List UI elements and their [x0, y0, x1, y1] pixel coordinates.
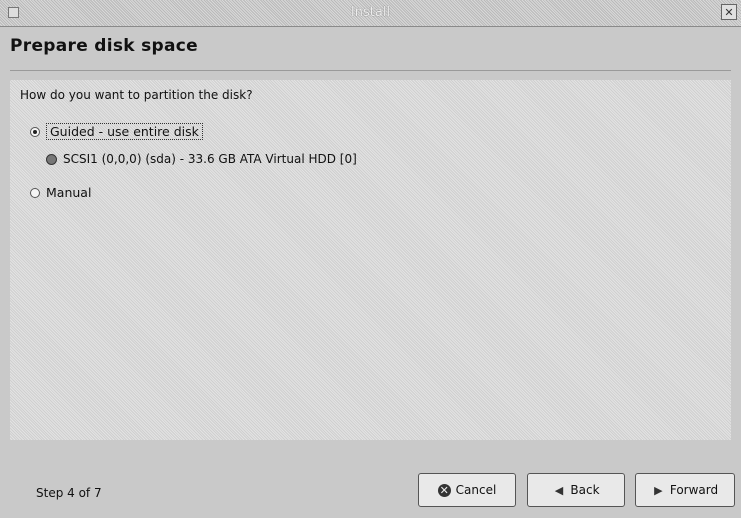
disk-option-label[interactable]: SCSI1 (0,0,0) (sda) - 33.6 GB ATA Virtua…: [63, 152, 357, 166]
cancel-button-label: Cancel: [455, 483, 497, 497]
back-button-label: Back: [570, 483, 600, 497]
page-header: Prepare disk space: [10, 36, 731, 72]
page-title: Prepare disk space: [10, 36, 198, 56]
window-title: Install: [350, 5, 391, 20]
guided-radio-icon[interactable]: [30, 126, 40, 137]
title-bar: Install ✕: [0, 0, 741, 27]
cancel-icon: ✕: [437, 483, 451, 497]
manual-option-label[interactable]: Manual: [46, 185, 91, 200]
disk-radio-icon[interactable]: [46, 153, 57, 165]
disk-option[interactable]: SCSI1 (0,0,0) (sda) - 33.6 GB ATA Virtua…: [46, 152, 357, 166]
back-button[interactable]: ◀ Back: [527, 473, 625, 507]
forward-button[interactable]: ▶ Forward: [635, 473, 735, 507]
close-button[interactable]: ✕: [721, 4, 737, 20]
step-indicator: Step 4 of 7: [36, 486, 102, 500]
forward-button-label: Forward: [669, 483, 719, 497]
cancel-button[interactable]: ✕ Cancel: [418, 473, 516, 507]
guided-option-label[interactable]: Guided - use entire disk: [46, 123, 203, 140]
partition-question: How do you want to partition the disk?: [20, 88, 253, 102]
guided-option[interactable]: Guided - use entire disk: [30, 123, 203, 140]
forward-arrow-icon: ▶: [654, 483, 663, 497]
manual-radio-icon[interactable]: [30, 187, 40, 198]
manual-option[interactable]: Manual: [30, 185, 91, 200]
header-divider: [10, 70, 731, 71]
back-arrow-icon: ◀: [554, 483, 564, 497]
